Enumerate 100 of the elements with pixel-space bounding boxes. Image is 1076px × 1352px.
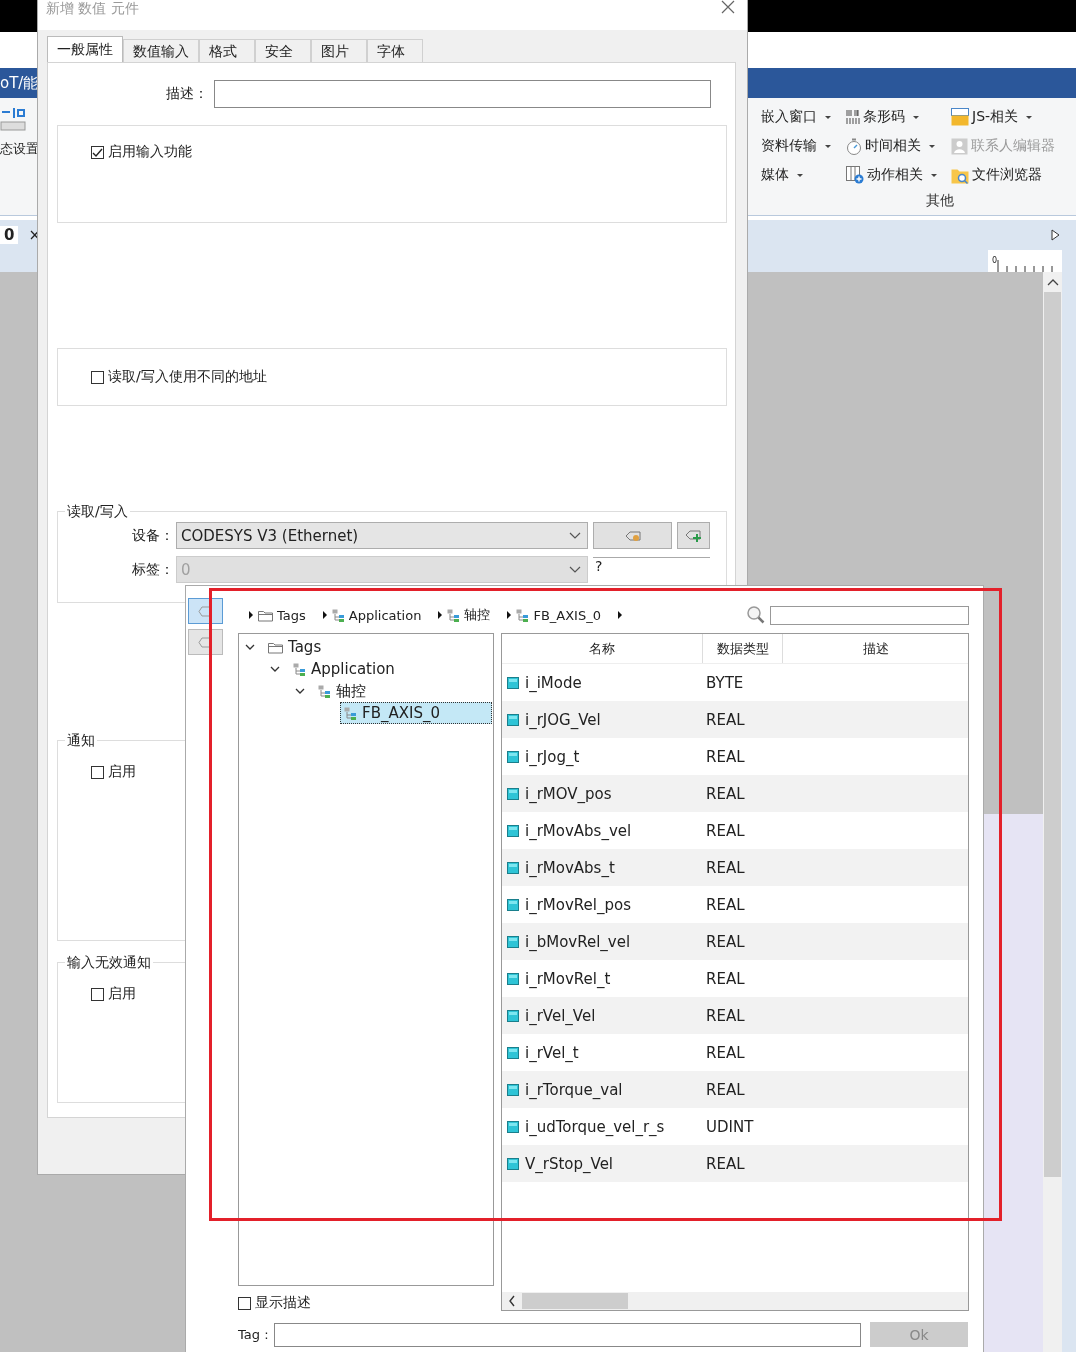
add-tag-button[interactable] [677, 522, 710, 549]
dropdown-caret-icon[interactable] [928, 143, 936, 149]
variable-icon [507, 676, 519, 689]
chevron-down-icon [569, 531, 581, 540]
scroll-left-icon[interactable] [508, 1295, 516, 1307]
checkbox[interactable] [91, 987, 104, 1001]
checkbox-label[interactable]: 启用输入功能 [108, 143, 192, 161]
breadcrumb-arrow-icon[interactable] [437, 610, 444, 620]
ribbon-item[interactable]: 时间相关 [865, 137, 921, 155]
breadcrumb-item[interactable]: Application [348, 607, 422, 623]
variable-icon [507, 1120, 519, 1133]
ribbon-item[interactable]: 文件浏览器 [972, 166, 1042, 184]
tag-tool-button[interactable] [188, 629, 223, 655]
checkbox[interactable] [91, 145, 104, 159]
barcode-icon[interactable] [846, 109, 860, 125]
vertical-scrollbar[interactable] [1043, 272, 1062, 1352]
tab[interactable]: 一般属性 [47, 36, 123, 62]
column-header[interactable]: 数据类型 [703, 634, 783, 663]
tree-item[interactable]: Tags [265, 637, 325, 657]
scroll-up-icon[interactable] [1046, 278, 1059, 286]
checkbox-label[interactable]: 启用 [108, 985, 136, 1003]
breadcrumb-arrow-icon[interactable] [321, 610, 328, 620]
variable-icon [507, 1009, 519, 1022]
table-cell: i_rMovRel_t [525, 969, 611, 988]
table-cell: i_rVel_Vel [525, 1006, 596, 1025]
table-cell-text: REAL [705, 969, 745, 988]
horizontal-scrollbar[interactable] [502, 1292, 968, 1310]
variable-icon [507, 1157, 519, 1170]
table-cell-text: REAL [705, 1006, 745, 1025]
tab[interactable]: 安全 [255, 39, 311, 62]
checkbox[interactable] [91, 370, 104, 384]
close-icon[interactable] [721, 0, 735, 14]
dropdown-caret-icon[interactable] [1025, 114, 1034, 120]
column-header[interactable]: 描述 [783, 634, 968, 663]
tree-item[interactable]: 轴控 [315, 681, 369, 701]
scroll-right-icon[interactable] [1051, 229, 1060, 241]
breadcrumb-item[interactable]: Tags [277, 607, 306, 623]
table-cell: i_rTorque_val [525, 1080, 623, 1099]
scroll-thumb[interactable] [1044, 292, 1061, 1177]
tool-label[interactable]: 态设置 [0, 140, 37, 158]
field-label: Tag : [238, 1327, 270, 1342]
table-cell: V_rStop_Vel [525, 1154, 614, 1173]
field-label: 描述： [165, 85, 209, 103]
table-cell: i_udTorque_vel_r_s [525, 1117, 665, 1136]
device-dropdown[interactable]: CODESYS V3 (Ethernet) [176, 522, 588, 549]
table-cell-text: REAL [705, 1080, 745, 1099]
description-field[interactable] [214, 80, 711, 108]
dropdown-caret-icon[interactable] [912, 114, 920, 120]
table-cell: i_bMovRel_vel [525, 932, 631, 951]
ribbon-item[interactable]: 资料传输 [761, 137, 817, 155]
table-cell: i_iMode [525, 673, 582, 692]
group-label: 其他 [925, 192, 955, 210]
toolbar-tool-icon[interactable] [0, 106, 26, 132]
table-cell-text: REAL [705, 895, 745, 914]
script-icon[interactable] [951, 108, 969, 126]
breadcrumb-arrow-icon[interactable] [506, 610, 513, 620]
dropdown-caret-icon[interactable] [824, 143, 832, 149]
breadcrumb-item[interactable]: FB_AXIS_0 [533, 607, 601, 623]
folder-icon [268, 640, 283, 654]
checkbox-label[interactable]: 启用 [108, 763, 136, 781]
table-cell: i_rMovAbs_vel [525, 821, 632, 840]
checkbox-label[interactable]: 显示描述 [255, 1294, 311, 1312]
dropdown-caret-icon[interactable] [796, 172, 804, 178]
table-cell: i_rJOG_Vel [525, 710, 601, 729]
tree-item[interactable]: FB_AXIS_0 [340, 702, 492, 724]
variable-icon [507, 861, 519, 874]
tag-tool-button[interactable] [188, 598, 223, 624]
document-tab[interactable]: 0 [0, 226, 19, 244]
dropdown-caret-icon[interactable] [824, 114, 832, 120]
breadcrumb-arrow-icon[interactable] [617, 610, 623, 620]
ribbon-item[interactable]: 嵌入窗口 [761, 108, 817, 126]
group-title: 通知 [65, 732, 97, 748]
tab[interactable]: 字体 [367, 39, 423, 62]
breadcrumb-item[interactable]: 轴控 [464, 606, 491, 624]
search-icon[interactable] [746, 605, 766, 625]
tag-field[interactable] [274, 1322, 861, 1347]
checkbox[interactable] [91, 765, 104, 779]
chevron-down-icon [569, 565, 581, 574]
ribbon-item[interactable]: 动作相关 [867, 166, 923, 184]
ribbon-item[interactable]: JS-相关 [972, 108, 1019, 126]
stopwatch-icon[interactable] [846, 137, 862, 155]
tree-item[interactable]: Application [290, 659, 398, 679]
search-field[interactable] [770, 605, 969, 625]
table-cell-text: BYTE [705, 673, 744, 692]
breadcrumb-arrow-icon[interactable] [248, 610, 254, 620]
table-cell-text: REAL [705, 710, 745, 729]
tree-node-icon [447, 608, 461, 622]
table-icon[interactable] [846, 166, 864, 184]
checkbox[interactable] [238, 1296, 251, 1310]
checkbox-label[interactable]: 读取/写入使用不同的地址 [108, 368, 267, 386]
app-title: oT/能 [0, 73, 39, 93]
column-header[interactable]: 名称 [502, 634, 703, 663]
ribbon-item[interactable]: 条形码 [863, 108, 905, 126]
tab[interactable]: 格式 [199, 39, 255, 62]
scroll-thumb[interactable] [522, 1293, 628, 1309]
ribbon-item[interactable]: 媒体 [761, 166, 789, 184]
dropdown-caret-icon[interactable] [930, 172, 938, 178]
dialog-title: 新增 数值 元件 [46, 0, 139, 16]
tab[interactable]: 数值输入 [123, 39, 199, 62]
tab[interactable]: 图片 [311, 39, 367, 62]
